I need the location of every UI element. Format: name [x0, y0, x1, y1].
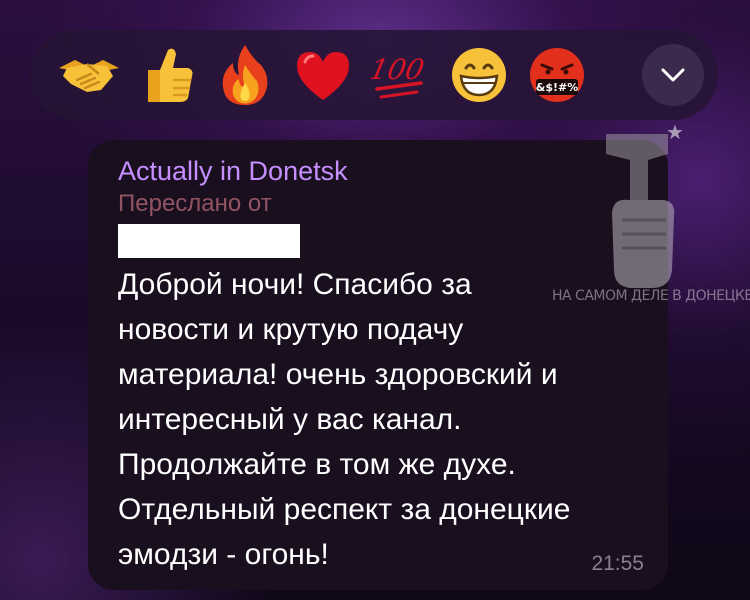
hundred-points-icon: 100	[371, 53, 427, 99]
reaction-grinning-face[interactable]	[440, 36, 518, 114]
reaction-face-with-symbols[interactable]: &$!#%	[518, 36, 596, 114]
message-line: Продолжайте в том же духе.	[118, 448, 516, 481]
handshake-icon	[59, 60, 119, 92]
symbols-text: &$!#%	[536, 81, 579, 94]
reaction-thumbs-up[interactable]	[128, 36, 206, 114]
red-heart-icon	[297, 52, 349, 100]
watermark-text: НА САМОМ ДЕЛЕ В ДОНЕЦКЕ	[552, 288, 750, 304]
thumbs-up-icon	[148, 48, 193, 102]
message-line: интересный у вас канал.	[118, 403, 462, 436]
face-with-symbols-icon: &$!#%	[530, 48, 584, 102]
message-line: материала! очень здоровский и	[118, 358, 558, 391]
hundred-text: 100	[371, 53, 427, 86]
redacted-forward-source	[118, 224, 300, 258]
message-line: новости и крутую подачу	[118, 313, 464, 346]
message-line: Отдельный респект за донецкие	[118, 493, 571, 526]
reaction-handshake[interactable]	[50, 36, 128, 114]
grinning-face-icon	[452, 48, 506, 102]
expand-reactions-button[interactable]	[642, 44, 704, 106]
message-line: эмодзи - огонь!	[118, 538, 329, 571]
star-icon: ★	[666, 122, 684, 144]
message-time: 21:55	[591, 552, 644, 575]
reaction-bar: 100 &$!#%	[30, 30, 718, 120]
fire-icon	[222, 45, 268, 105]
hammer-fist-watermark-icon	[606, 134, 675, 288]
reaction-fire[interactable]	[206, 36, 284, 114]
chevron-down-icon	[661, 68, 685, 82]
reaction-red-heart[interactable]	[284, 36, 362, 114]
reaction-hundred-points[interactable]: 100	[362, 36, 440, 114]
